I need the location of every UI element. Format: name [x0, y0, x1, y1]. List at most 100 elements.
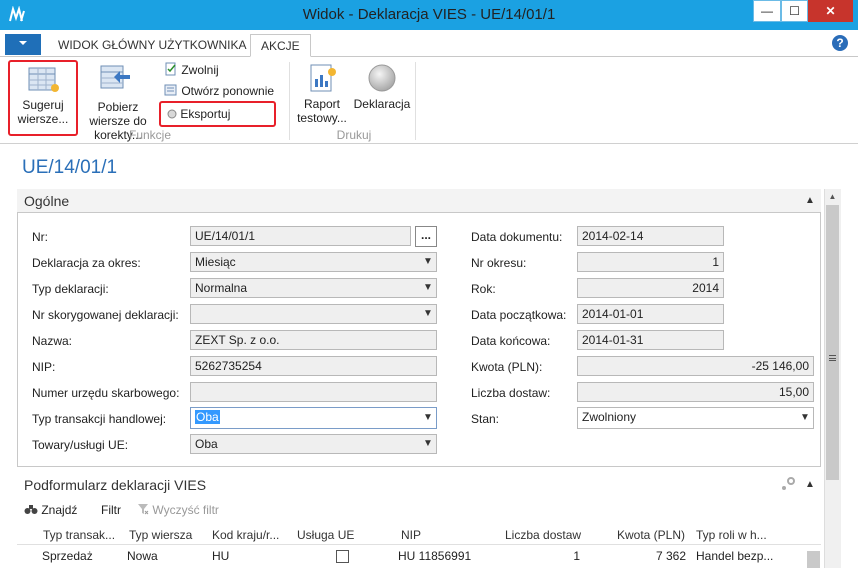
reopen-label: Otwórz ponownie [181, 84, 275, 98]
subform-title: Podformularz deklaracji VIES [24, 477, 207, 493]
col-header-eu-service[interactable]: Usługa UE [297, 528, 354, 542]
cell-line-type[interactable]: Nowa [127, 549, 158, 563]
grid-suggest-icon [28, 66, 60, 94]
decl-type-dropdown[interactable]: Normalna [190, 278, 437, 298]
import-lines-icon [100, 64, 132, 92]
general-fasttab-title: Ogólne [24, 193, 70, 209]
field-label-no: Nr: [32, 230, 48, 244]
field-label-doc-date: Data dokumentu: [471, 230, 563, 244]
deliveries-field[interactable]: 15,00 [577, 382, 814, 402]
chevron-down-icon[interactable]: ▼ [423, 438, 433, 449]
test-report-label: Raport testowy... [297, 97, 347, 125]
field-label-trade-type: Typ transakcji handlowej: [32, 412, 167, 426]
suggest-lines-button[interactable]: Sugeruj wiersze... [8, 60, 78, 136]
chevron-down-icon[interactable]: ▼ [423, 308, 433, 319]
col-header-trans-type[interactable]: Typ transak... [43, 528, 115, 542]
cell-amount[interactable]: 7 362 [640, 549, 686, 563]
cell-trans-type[interactable]: Sprzedaż [42, 549, 93, 563]
nip-field[interactable]: 5262735254 [190, 356, 437, 376]
field-label-decl-type: Typ deklaracji: [32, 282, 109, 296]
help-icon[interactable]: ? [832, 35, 848, 51]
app-menu-button[interactable] [5, 34, 41, 55]
start-date-field[interactable]: 2014-01-01 [577, 304, 724, 324]
goods-services-value: Oba [195, 437, 218, 451]
chevron-down-icon[interactable]: ▼ [800, 412, 810, 423]
field-label-deliveries: Liczba dostaw: [471, 386, 551, 400]
gear-icon[interactable] [780, 476, 796, 495]
declaration-button[interactable]: Deklaracja [352, 60, 412, 126]
no-field[interactable]: UE/14/01/1 [190, 226, 411, 246]
general-fasttab-header[interactable] [17, 189, 821, 213]
col-header-deliveries[interactable]: Liczba dostaw [505, 528, 581, 542]
field-label-year: Rok: [471, 282, 496, 296]
assist-edit-button[interactable]: ... [415, 226, 437, 247]
filter-button[interactable]: Filtr [101, 503, 121, 517]
col-header-line-type[interactable]: Typ wiersza [129, 528, 192, 542]
tab-home[interactable]: WIDOK GŁÓWNY UŻYTKOWNIKA [48, 34, 256, 57]
scroll-up-icon[interactable]: ▲ [826, 192, 839, 202]
field-label-start-date: Data początkowa: [471, 308, 567, 322]
cell-country[interactable]: HU [212, 549, 229, 563]
grip-icon [829, 355, 836, 361]
release-label: Zwolnij [181, 63, 219, 77]
export-button[interactable]: Eksportuj [159, 101, 276, 127]
year-field[interactable]: 2014 [577, 278, 724, 298]
report-icon [308, 63, 338, 93]
trade-type-dropdown[interactable]: Oba [190, 407, 437, 429]
reopen-button[interactable]: Otwórz ponownie [164, 82, 284, 100]
period-dropdown[interactable]: Miesiąc [190, 252, 437, 272]
get-correction-lines-button[interactable]: Pobierz wiersze do korekty... [80, 60, 156, 142]
field-label-nip: NIP: [32, 360, 56, 374]
col-header-nip[interactable]: NIP [401, 528, 421, 542]
grid-divider [17, 544, 821, 545]
export-label: Eksportuj [180, 107, 231, 121]
corrected-no-dropdown[interactable] [190, 304, 437, 324]
cell-deliveries[interactable]: 1 [560, 549, 580, 563]
field-label-end-date: Data końcowa: [471, 334, 551, 348]
name-field[interactable]: ZEXT Sp. z o.o. [190, 330, 437, 350]
field-label-period: Deklaracja za okres: [32, 256, 141, 270]
find-button[interactable]: Znajdź [24, 503, 77, 517]
chevron-down-icon[interactable]: ▼ [423, 282, 433, 293]
tab-actions[interactable]: AKCJE [250, 34, 311, 57]
field-label-amount: Kwota (PLN): [471, 360, 543, 374]
export-icon [167, 109, 177, 119]
period-no-field[interactable]: 1 [577, 252, 724, 272]
declaration-label: Deklaracja [353, 97, 411, 111]
eu-service-checkbox[interactable] [336, 550, 349, 563]
chevron-down-icon[interactable]: ▼ [423, 412, 433, 423]
col-header-role[interactable]: Typ roli w h... [696, 528, 767, 542]
col-header-amount[interactable]: Kwota (PLN) [617, 528, 685, 542]
col-header-country[interactable]: Kod kraju/r... [212, 528, 279, 542]
trade-type-value: Oba [195, 410, 220, 424]
doc-date-field[interactable]: 2014-02-14 [577, 226, 724, 246]
group-label-print: Drukuj [336, 128, 372, 142]
collapse-icon[interactable]: ▲ [805, 479, 815, 490]
status-dropdown[interactable]: Zwolniony [577, 407, 814, 429]
declaration-icon [367, 63, 397, 93]
test-report-button[interactable]: Raport testowy... [296, 60, 348, 126]
ribbon-separator [289, 62, 290, 140]
cell-nip[interactable]: HU 11856991 [398, 549, 471, 563]
collapse-icon[interactable]: ▲ [805, 195, 815, 206]
status-value: Zwolniony [582, 410, 637, 424]
binoculars-icon [24, 505, 38, 514]
goods-services-dropdown[interactable]: Oba [190, 434, 437, 454]
field-label-tax-office: Numer urzędu skarbowego: [32, 386, 180, 400]
scroll-thumb[interactable] [826, 205, 839, 480]
amount-field[interactable]: -25 146,00 [577, 356, 814, 376]
minimize-button[interactable]: — [753, 0, 781, 22]
end-date-field[interactable]: 2014-01-31 [577, 330, 724, 350]
decl-type-value: Normalna [195, 281, 248, 295]
close-button[interactable]: ✕ [808, 0, 853, 22]
cell-role[interactable]: Handel bezp... [696, 549, 773, 563]
maximize-button[interactable]: ☐ [781, 0, 808, 22]
subform-scroll-thumb[interactable] [807, 551, 820, 568]
clear-filter-button: Wyczyść filtr [137, 503, 219, 517]
tax-office-field[interactable] [190, 382, 437, 402]
suggest-lines-label: Sugeruj wiersze... [17, 98, 69, 126]
chevron-down-icon[interactable]: ▼ [423, 256, 433, 267]
release-button[interactable]: Zwolnij [164, 61, 284, 79]
page-title: UE/14/01/1 [22, 157, 118, 178]
field-label-period-no: Nr okresu: [471, 256, 527, 270]
